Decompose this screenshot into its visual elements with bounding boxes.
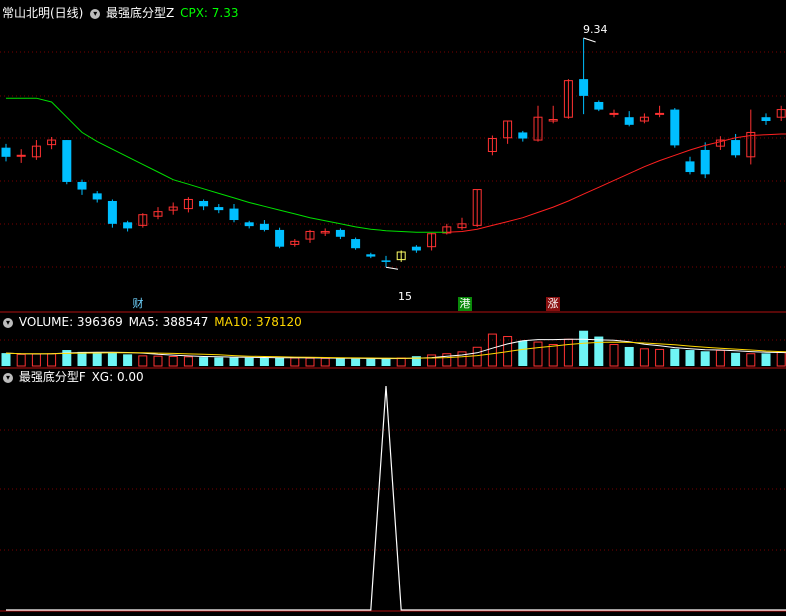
- volume-bar: [700, 351, 710, 366]
- volume-bar: [229, 357, 239, 366]
- volume-bar: [731, 352, 741, 366]
- candle-body: [670, 109, 680, 146]
- volume-bar: [487, 333, 497, 367]
- volume-bar: [670, 348, 680, 366]
- volume-bar: [761, 353, 771, 366]
- candle-body: [92, 193, 102, 200]
- candle-body: [381, 260, 391, 262]
- candle-body: [366, 254, 376, 257]
- candle-body: [411, 246, 421, 251]
- volume-bar: [305, 357, 315, 367]
- volume-bar: [609, 344, 619, 367]
- volume-bar: [427, 354, 437, 367]
- volume-bar: [472, 346, 482, 367]
- candle-body: [77, 181, 87, 190]
- volume-bar: [138, 355, 148, 367]
- candle-body: [1, 147, 11, 157]
- volume-bar: [183, 356, 193, 367]
- candle-body: [579, 79, 589, 96]
- volume-bar: [351, 358, 361, 366]
- volume-bar: [290, 357, 300, 367]
- volume-bar: [396, 357, 406, 367]
- volume-bar: [518, 340, 528, 366]
- volume-bar: [594, 336, 604, 366]
- candle-body: [275, 229, 285, 247]
- volume-bar: [366, 358, 376, 366]
- candle-body: [107, 200, 117, 224]
- volume-bar: [123, 354, 133, 366]
- volume-bar: [107, 352, 117, 366]
- volume-bar: [92, 352, 102, 366]
- candle-body: [685, 161, 695, 173]
- candle-body: [351, 239, 361, 249]
- volume-bar: [335, 358, 345, 366]
- candle-body: [123, 222, 133, 229]
- candle-body: [761, 117, 771, 122]
- volume-bar: [563, 338, 573, 367]
- candle-body: [16, 154, 26, 157]
- volume-bar: [685, 350, 695, 366]
- low-marker: [385, 266, 399, 270]
- ma10-line: [5, 341, 786, 359]
- ma-line: [6, 97, 447, 233]
- candle-body: [259, 223, 269, 230]
- volume-bar: [381, 358, 391, 366]
- volume-bar: [31, 353, 41, 367]
- candle-body: [624, 117, 634, 125]
- candle-body: [335, 229, 345, 237]
- volume-bar: [16, 353, 26, 367]
- volume-bar: [77, 351, 87, 366]
- volume-bar: [1, 353, 11, 366]
- ma5-line: [5, 338, 786, 360]
- volume-bar: [244, 357, 254, 366]
- volume-bar: [639, 348, 649, 367]
- volume-bar: [533, 341, 543, 367]
- candle-body: [62, 140, 72, 182]
- volume-bar: [715, 349, 725, 367]
- high-marker: [583, 37, 596, 43]
- candle-body: [229, 208, 239, 221]
- candle-body: [700, 149, 710, 175]
- volume-bar: [746, 353, 756, 367]
- volume-bar: [457, 351, 467, 367]
- volume-bar: [275, 357, 285, 366]
- candle-body: [244, 222, 254, 227]
- candle-body: [731, 140, 741, 156]
- candle-body: [518, 132, 528, 139]
- volume-bar: [655, 348, 665, 367]
- stock-chart: [0, 37, 786, 612]
- volume-bar: [199, 357, 209, 366]
- candle-body: [199, 200, 209, 207]
- volume-bar: [776, 351, 786, 367]
- volume-bar: [259, 357, 269, 366]
- candle-body: [655, 112, 665, 115]
- volume-bar: [214, 357, 224, 366]
- volume-bar: [47, 353, 57, 367]
- volume-bar: [624, 346, 634, 366]
- volume-bar: [153, 355, 163, 367]
- volume-bar: [579, 330, 589, 366]
- volume-bar: [320, 357, 330, 367]
- candle-body: [594, 101, 604, 110]
- candle-body: [214, 207, 224, 211]
- xg-signal-line: [6, 385, 786, 611]
- candle-body: [609, 112, 619, 115]
- volume-bar: [548, 344, 558, 367]
- volume-bar: [168, 355, 178, 367]
